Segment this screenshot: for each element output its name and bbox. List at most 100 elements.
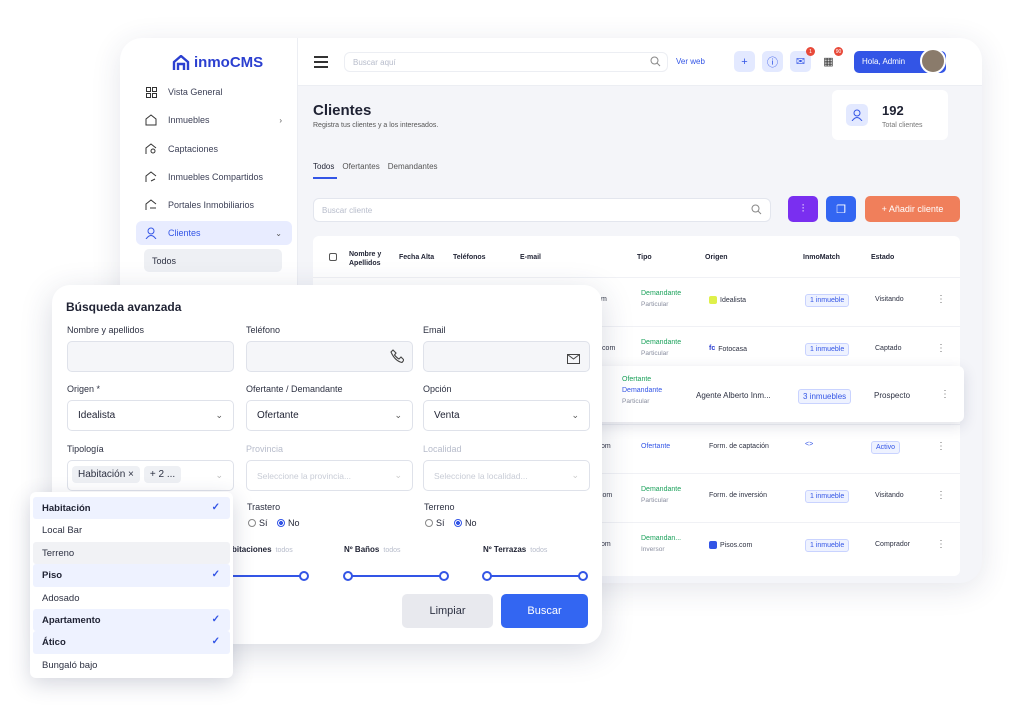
opcion-select[interactable]: Venta ⌄ xyxy=(423,400,590,431)
option-label: Adosado xyxy=(42,592,80,604)
slider-max-handle[interactable] xyxy=(299,571,309,581)
check-icon: ✓ xyxy=(211,569,220,581)
email-field[interactable] xyxy=(423,341,590,372)
col-header-telefonos[interactable]: Teléfonos xyxy=(453,253,486,262)
origen-value: Idealista xyxy=(78,410,116,421)
filter-button[interactable]: ⫶ xyxy=(788,196,818,222)
inmomatch-pill[interactable]: 1 inmueble xyxy=(805,490,850,503)
sidebar-item-captaciones[interactable]: Captaciones xyxy=(136,137,292,161)
sidebar-item-portales[interactable]: Portales Inmobiliarios xyxy=(136,193,292,217)
avatar[interactable] xyxy=(920,48,946,74)
row-menu-icon[interactable]: ⋮ xyxy=(936,343,946,354)
row-menu-icon[interactable]: ⋮ xyxy=(936,294,946,305)
col-header-email[interactable]: E-mail xyxy=(520,253,541,262)
dropdown-option-habitacion[interactable]: Habitación ✓ xyxy=(33,497,230,520)
tab-demandantes[interactable]: Demandantes xyxy=(388,162,438,171)
inmomatch-pill[interactable]: 3 inmuebles xyxy=(798,389,852,404)
origen-label: Idealista xyxy=(720,296,747,304)
nombre-label: Nombre y apellidos xyxy=(67,325,145,335)
user-icon xyxy=(846,104,868,126)
terrazas-text: Nº Terrazas xyxy=(483,545,527,554)
option-label: Terreno xyxy=(42,547,75,559)
slider-min-handle[interactable] xyxy=(343,571,353,581)
slider-max-handle[interactable] xyxy=(439,571,449,581)
tipo-cell: Demandante Particular xyxy=(641,290,681,308)
export-button[interactable]: ❐ xyxy=(826,196,856,222)
sidebar-subitem-todos[interactable]: Todos xyxy=(144,249,282,272)
col-header-tipo[interactable]: Tipo xyxy=(637,253,652,262)
sliders-icon: ⫶ xyxy=(801,202,805,215)
messages-icon[interactable]: ✉ 1 xyxy=(790,47,815,72)
tipologia-select[interactable]: Habitación × + 2 ... ⌄ xyxy=(67,460,234,491)
origen-select[interactable]: Idealista ⌄ xyxy=(67,400,234,431)
sidebar-item-label: Inmuebles Compartidos xyxy=(168,172,264,182)
col-header-fecha[interactable]: Fecha Alta xyxy=(399,253,434,262)
client-search-input[interactable]: Buscar cliente xyxy=(313,198,771,222)
origen-cell: fc Fotocasa xyxy=(709,345,747,353)
localidad-select[interactable]: Seleccione la localidad... ⌄ xyxy=(423,460,590,491)
tipologia-chip[interactable]: Habitación × xyxy=(72,466,140,483)
ofdem-select[interactable]: Ofertante ⌄ xyxy=(246,400,413,431)
dropdown-option-adosado[interactable]: Adosado xyxy=(33,587,230,609)
menu-icon[interactable] xyxy=(314,56,328,68)
dropdown-option-terreno[interactable]: Terreno xyxy=(33,541,230,565)
info-icon[interactable]: ⓘ xyxy=(762,51,783,72)
grid-icon xyxy=(144,85,158,99)
add-client-button[interactable]: + Añadir cliente xyxy=(865,196,960,222)
terreno-no-radio[interactable]: No xyxy=(454,518,477,528)
search-icon xyxy=(650,56,661,69)
sidebar-item-inmuebles[interactable]: Inmuebles › xyxy=(136,108,292,132)
row-menu-icon[interactable]: ⋮ xyxy=(940,389,950,400)
tipo-label: Demandante xyxy=(641,339,682,346)
estado-cell: Captado xyxy=(875,345,902,352)
trastero-si-radio[interactable]: Sí xyxy=(248,518,268,528)
limpiar-button[interactable]: Limpiar xyxy=(402,594,493,628)
calendar-icon[interactable]: ▦ 90 xyxy=(818,47,843,72)
col-header-nombre[interactable]: Nombre y Apellidos xyxy=(349,250,393,268)
nombre-field[interactable] xyxy=(67,341,234,372)
estado-cell: Visitando xyxy=(875,296,904,303)
dropdown-option-apartamento[interactable]: Apartamento ✓ xyxy=(33,608,230,632)
provincia-select[interactable]: Seleccione la provincia... ⌄ xyxy=(246,460,413,491)
tab-ofertantes[interactable]: Ofertantes xyxy=(342,162,379,171)
sidebar-item-inmuebles-compartidos[interactable]: Inmuebles Compartidos xyxy=(136,165,292,189)
col-header-estado[interactable]: Estado xyxy=(871,253,894,262)
inmomatch-pill[interactable]: 1 inmueble xyxy=(805,294,850,307)
inmomatch-pill[interactable]: 1 inmueble xyxy=(805,343,850,356)
add-icon[interactable]: + xyxy=(734,51,755,72)
select-all-checkbox[interactable] xyxy=(329,253,337,261)
dropdown-option-piso[interactable]: Piso ✓ xyxy=(33,564,230,587)
habitaciones-slider[interactable] xyxy=(232,571,309,581)
dropdown-option-bungalo-bajo[interactable]: Bungaló bajo xyxy=(33,654,230,676)
tipologia-more-chip[interactable]: + 2 ... xyxy=(143,466,182,483)
col-header-inmomatch[interactable]: InmoMatch xyxy=(803,253,840,262)
brand-logo[interactable]: inmoCMS xyxy=(172,54,263,71)
dropdown-option-atico[interactable]: Ático ✓ xyxy=(33,631,230,654)
dropdown-option-local-bar[interactable]: Local Bar xyxy=(33,519,230,541)
col-header-origen[interactable]: Origen xyxy=(705,253,728,262)
row-menu-icon[interactable]: ⋮ xyxy=(936,490,946,501)
global-search-input[interactable]: Buscar aquí xyxy=(344,52,668,72)
slider-max-handle[interactable] xyxy=(578,571,588,581)
slider-min-handle[interactable] xyxy=(482,571,492,581)
terreno-si-radio[interactable]: Sí xyxy=(425,518,445,528)
trastero-no-radio[interactable]: No xyxy=(277,518,300,528)
tab-todos[interactable]: Todos xyxy=(313,162,338,179)
row-menu-icon[interactable]: ⋮ xyxy=(936,441,946,452)
ver-web-link[interactable]: Ver web xyxy=(676,57,705,66)
sidebar-item-vista-general[interactable]: Vista General xyxy=(136,80,292,104)
option-label: Habitación xyxy=(42,503,91,514)
banos-label: Nº Baños todos xyxy=(344,545,401,554)
user-icon xyxy=(144,226,158,240)
inmomatch-pill[interactable]: 1 inmueble xyxy=(805,539,850,552)
terrazas-slider[interactable] xyxy=(482,571,588,581)
banos-slider[interactable] xyxy=(343,571,449,581)
sidebar-item-clientes[interactable]: Clientes ⌄ xyxy=(136,221,292,245)
option-label: Local Bar xyxy=(42,525,83,537)
buscar-button[interactable]: Buscar xyxy=(501,594,588,628)
sidebar-item-label: Vista General xyxy=(168,87,223,97)
telefono-field[interactable] xyxy=(246,341,413,372)
tipo-sub: Particular xyxy=(641,497,669,504)
row-menu-icon[interactable]: ⋮ xyxy=(936,539,946,550)
tipo-label: Ofertante xyxy=(641,443,671,450)
